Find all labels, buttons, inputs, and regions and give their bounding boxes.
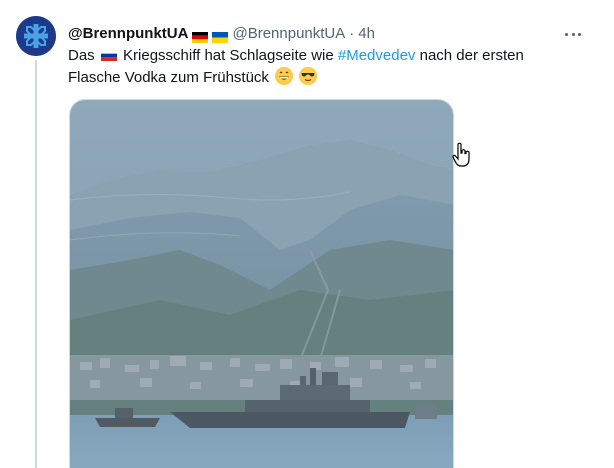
ukraine-flag-icon (212, 29, 229, 43)
timestamp[interactable]: 4h (358, 24, 375, 44)
display-name[interactable]: @BrennpunktUA (68, 24, 188, 44)
tweet-text-part2: Kriegsschiff hat Schlagseite wie (123, 47, 334, 64)
tweet-header: @BrennpunktUA @BrennpunktUA · 4h (68, 24, 375, 44)
tweet-text-part3: nach der ersten (419, 47, 524, 64)
user-handle[interactable]: @BrennpunktUA (232, 24, 345, 44)
sunglasses-face-emoji (299, 67, 318, 85)
tweet-text: Das Kriegsschiff hat Schlagseite wie #Me… (68, 45, 568, 89)
hand-pointer-cursor-icon (451, 142, 473, 168)
more-options-icon[interactable] (562, 24, 584, 44)
thread-line (35, 60, 37, 468)
avatar[interactable] (16, 16, 56, 56)
tweet-media-image[interactable] (69, 99, 454, 468)
grinning-face-emoji (275, 67, 294, 85)
separator-dot: · (349, 25, 355, 42)
tweet-text-line2: Flasche Vodka zum Frühstück (68, 69, 269, 86)
russia-flag-icon (100, 46, 118, 61)
tweet[interactable]: @BrennpunktUA @BrennpunktUA · 4h Das Kri… (0, 0, 614, 468)
hashtag-link[interactable]: #Medvedev (338, 47, 416, 64)
germany-flag-icon (192, 29, 209, 43)
tweet-text-part1: Das (68, 47, 95, 64)
